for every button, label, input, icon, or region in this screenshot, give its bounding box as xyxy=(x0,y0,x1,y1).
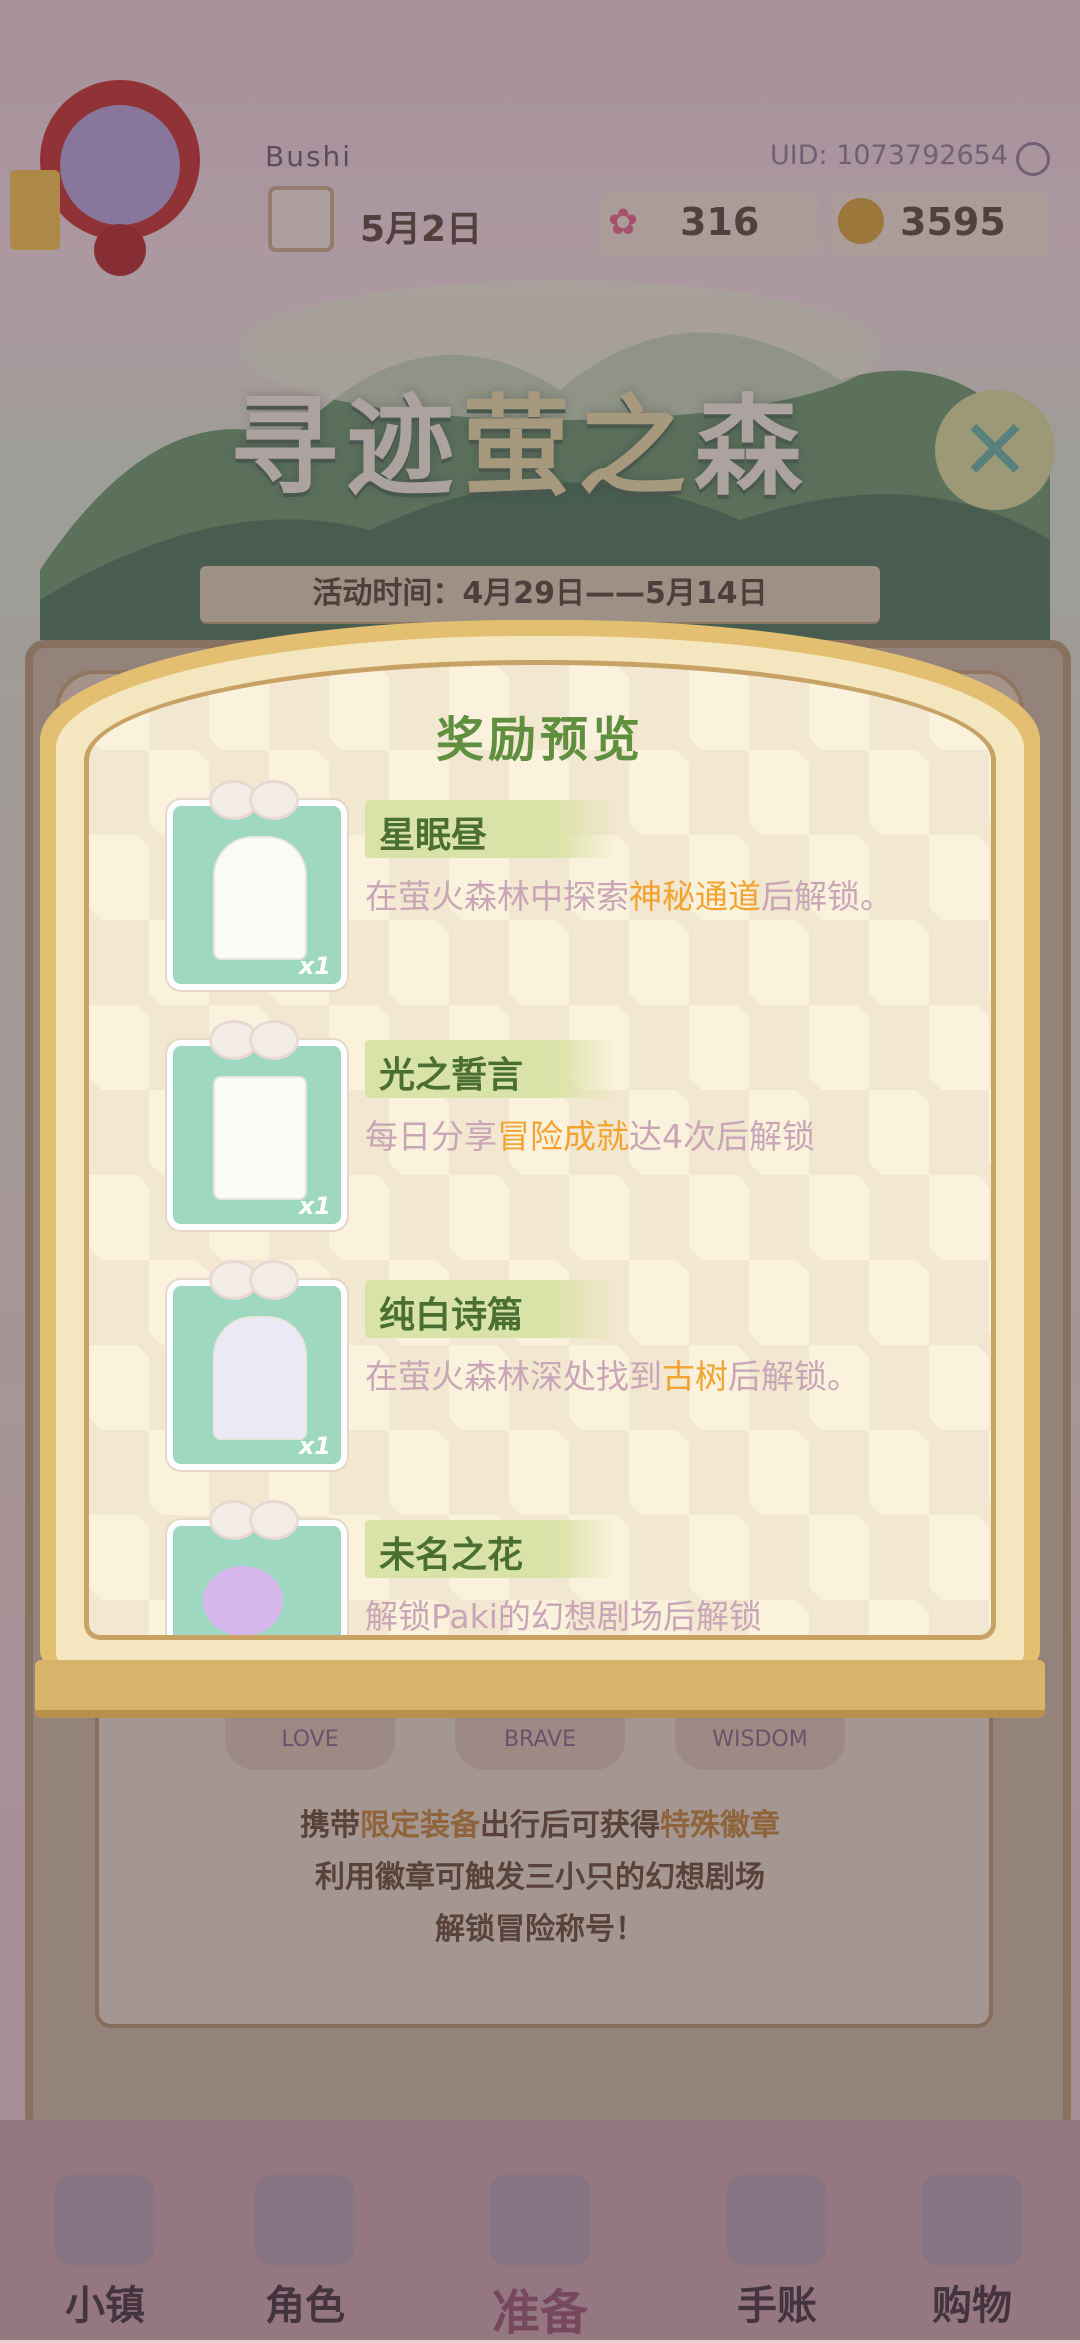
reward-name: 纯白诗篇 xyxy=(379,1295,524,1336)
reward-desc: 解锁Paki的幻想剧场后解锁 xyxy=(365,1597,762,1636)
flower-icon xyxy=(203,1566,283,1635)
dress-icon xyxy=(213,836,307,960)
dress-icon xyxy=(213,1076,307,1200)
bow-icon xyxy=(209,780,299,820)
bow-icon xyxy=(209,1260,299,1300)
reward-item[interactable]: 未名之花 解锁Paki的幻想剧场后解锁 xyxy=(89,1500,991,1636)
reward-dress-icon: x1 xyxy=(167,1040,347,1230)
reward-item[interactable]: x1 纯白诗篇 在萤火森林深处找到古树后解锁。 xyxy=(89,1260,991,1500)
bow-icon xyxy=(209,1500,299,1540)
reward-name: 星眠昼 xyxy=(379,815,488,856)
bow-icon xyxy=(209,1020,299,1060)
reward-name: 未名之花 xyxy=(379,1535,524,1576)
reward-modal-base xyxy=(35,1660,1045,1718)
reward-cape-icon: x1 xyxy=(167,1280,347,1470)
reward-desc: 每日分享冒险成就达4次后解锁 xyxy=(365,1117,815,1156)
reward-modal: x1 星眠昼 在萤火森林中探索神秘通道后解锁。 x1 光之誓言 每日分享冒险成就… xyxy=(84,660,996,1640)
reward-dress-icon: x1 xyxy=(167,800,347,990)
cape-icon xyxy=(213,1316,307,1440)
reward-name: 光之誓言 xyxy=(379,1055,524,1096)
reward-item[interactable]: x1 光之誓言 每日分享冒险成就达4次后解锁 xyxy=(89,1020,991,1260)
reward-item[interactable]: x1 星眠昼 在萤火森林中探索神秘通道后解锁。 xyxy=(89,780,991,1020)
reward-desc: 在萤火森林深处找到古树后解锁。 xyxy=(365,1357,860,1396)
modal-title: 奖励预览 xyxy=(435,712,644,768)
reward-desc: 在萤火森林中探索神秘通道后解锁。 xyxy=(365,877,893,916)
